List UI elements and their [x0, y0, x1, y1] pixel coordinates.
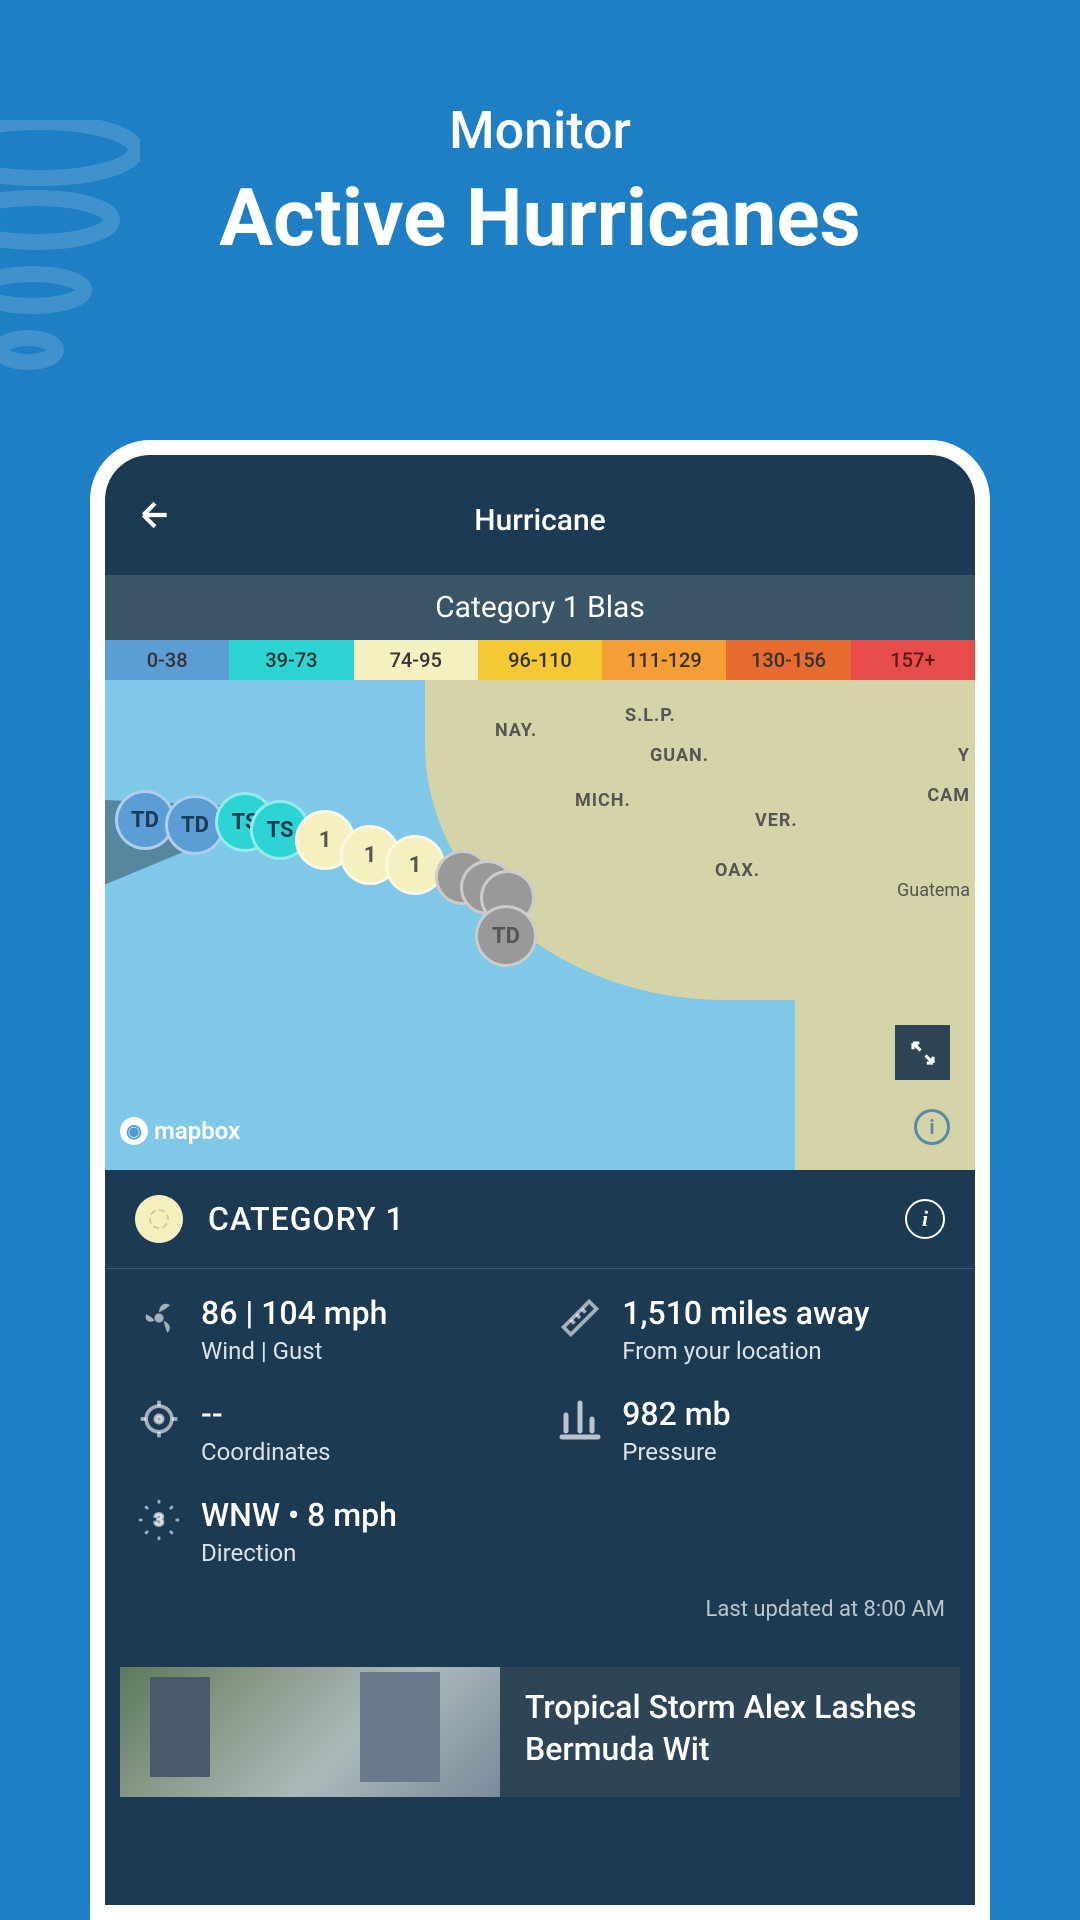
distance-label: From your location — [622, 1337, 869, 1365]
scale-range-1: 39-73 — [229, 640, 353, 680]
wind-label: Wind | Gust — [201, 1337, 387, 1365]
mapbox-icon: ◉ — [120, 1117, 148, 1145]
category-icon — [135, 1195, 183, 1243]
compass-icon: 3 — [135, 1496, 183, 1544]
map-label: GUAN. — [650, 745, 709, 766]
tornado-decoration-icon — [0, 120, 140, 400]
scale-range-2: 74-95 — [354, 640, 478, 680]
back-arrow-icon[interactable] — [135, 495, 175, 545]
scale-range-3: 96-110 — [478, 640, 602, 680]
scale-range-6: 157+ — [851, 640, 975, 680]
promo-title: Active Hurricanes — [0, 171, 1080, 265]
stat-direction: 3 WNW • 8 mph Direction — [135, 1496, 556, 1567]
last-updated: Last updated at 8:00 AM — [105, 1597, 975, 1647]
stat-coords: -- Coordinates — [135, 1395, 556, 1466]
map-info-button[interactable]: i — [914, 1109, 950, 1145]
wind-value: 86 | 104 mph — [201, 1294, 387, 1332]
direction-value: WNW • 8 mph — [201, 1496, 397, 1534]
storm-marker-td[interactable]: TD — [475, 905, 537, 967]
news-title: Tropical Storm Alex Lashes Bermuda Wit — [500, 1667, 960, 1797]
phone-frame: Hurricane Category 1 Blas 0-38 39-73 74-… — [90, 440, 990, 1920]
storm-info-panel: CATEGORY 1 i — [105, 1170, 975, 1647]
map-label: Y — [958, 745, 970, 766]
map-label: CAM — [927, 785, 970, 806]
pressure-value: 982 mb — [622, 1395, 730, 1433]
storm-track: TD TD TS TS 1 1 1 TD — [105, 780, 625, 1020]
stats-grid: 86 | 104 mph Wind | Gust 1,510 mil — [105, 1269, 975, 1597]
map-label: S.L.P. — [625, 705, 676, 726]
promo-subtitle: Monitor — [0, 100, 1080, 161]
category-header: CATEGORY 1 i — [105, 1170, 975, 1269]
expand-map-button[interactable] — [895, 1025, 950, 1080]
stat-distance: 1,510 miles away From your location — [556, 1294, 945, 1365]
svg-text:3: 3 — [154, 1512, 163, 1531]
category-label: CATEGORY 1 — [208, 1200, 405, 1238]
hurricane-map[interactable]: NAY. S.L.P. GUAN. MICH. VER. OAX. CAM Y … — [105, 680, 975, 1170]
pressure-icon — [556, 1395, 604, 1443]
stat-wind: 86 | 104 mph Wind | Gust — [135, 1294, 556, 1365]
scale-range-4: 111-129 — [602, 640, 726, 680]
storm-name-banner: Category 1 Blas — [105, 575, 975, 640]
distance-value: 1,510 miles away — [622, 1294, 869, 1332]
direction-label: Direction — [201, 1539, 397, 1567]
news-thumbnail — [120, 1667, 500, 1797]
phone-screen: Hurricane Category 1 Blas 0-38 39-73 74-… — [105, 455, 975, 1905]
map-label: VER. — [755, 810, 798, 831]
news-card[interactable]: Tropical Storm Alex Lashes Bermuda Wit — [120, 1667, 960, 1797]
map-label: Guatema — [897, 880, 970, 901]
coords-value: -- — [201, 1395, 331, 1433]
ruler-icon — [556, 1294, 604, 1342]
stat-pressure: 982 mb Pressure — [556, 1395, 945, 1466]
mapbox-attribution: ◉ mapbox — [120, 1117, 240, 1145]
scale-range-5: 130-156 — [726, 640, 850, 680]
pressure-label: Pressure — [622, 1438, 730, 1466]
wind-scale-legend: 0-38 39-73 74-95 96-110 111-129 130-156 … — [105, 640, 975, 680]
target-icon — [135, 1395, 183, 1443]
page-title: Hurricane — [474, 503, 605, 538]
fan-icon — [135, 1294, 183, 1342]
map-label: OAX. — [715, 860, 760, 881]
app-header: Hurricane — [105, 455, 975, 575]
scale-range-0: 0-38 — [105, 640, 229, 680]
map-label: NAY. — [495, 720, 537, 741]
info-button[interactable]: i — [905, 1199, 945, 1239]
coords-label: Coordinates — [201, 1438, 331, 1466]
